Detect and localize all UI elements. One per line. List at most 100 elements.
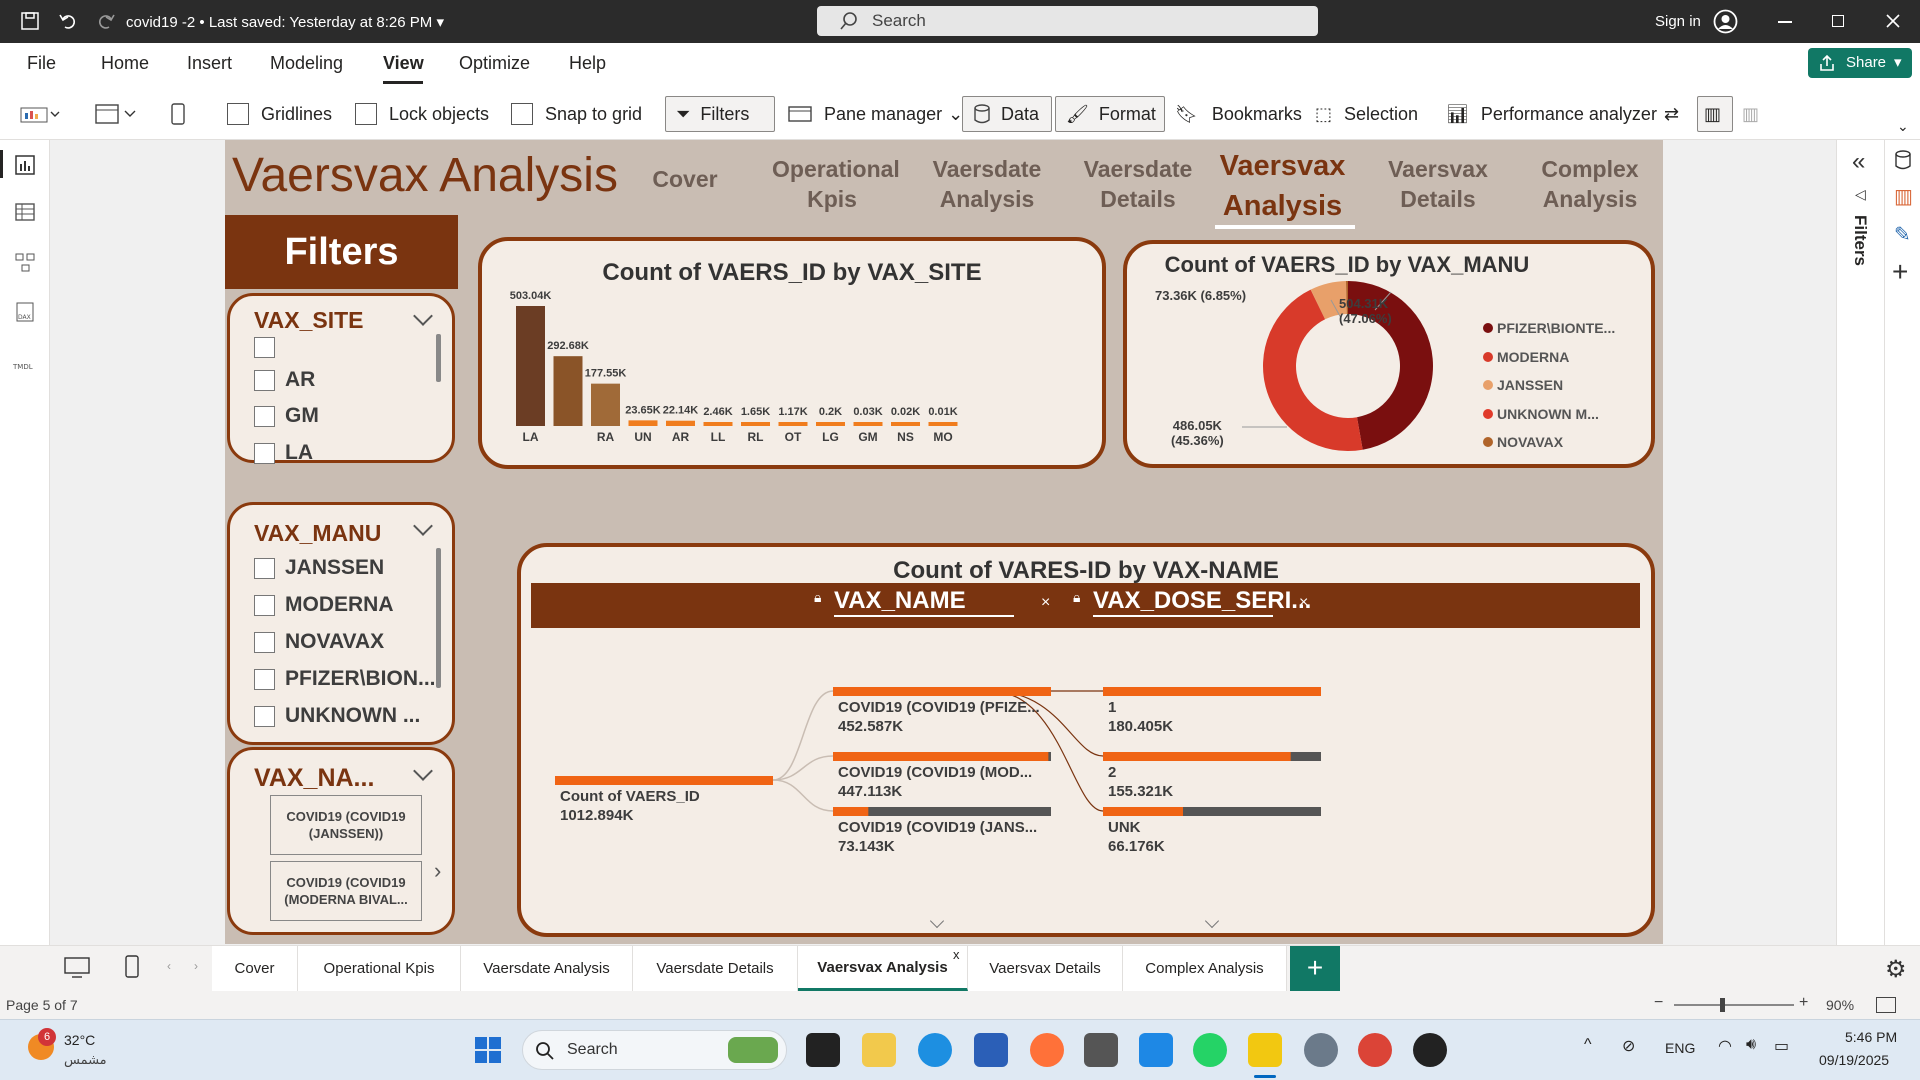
visual-pane-button[interactable]: ▥ [1697,96,1733,132]
nav-vaersvax-details[interactable]: Vaersvax Details [1373,154,1503,214]
tree-node-label[interactable]: COVID19 (COVID19 (JANS... [838,819,1037,836]
gridlines-toggle[interactable]: Gridlines [227,96,332,132]
lock-objects-toggle[interactable]: Lock objects [355,96,489,132]
task-view-icon[interactable] [806,1033,840,1067]
weather-temp[interactable]: 32°C [64,1032,95,1048]
bookmarks-button[interactable]: 🔖︎ Bookmarks [1175,96,1302,132]
legend-item[interactable]: MODERNA [1483,343,1615,372]
taskbar-search[interactable]: Search [522,1030,787,1070]
menu-optimize[interactable]: Optimize [459,53,530,74]
tree-node-label[interactable]: UNK [1108,819,1141,836]
edge-browser-icon[interactable] [918,1033,952,1067]
menu-view[interactable]: View [383,53,424,74]
tree-bar-fill[interactable] [1103,807,1184,816]
tree-bar-fill[interactable] [555,776,773,785]
wifi-icon[interactable]: ◠ [1718,1036,1732,1056]
tree-bar-fill[interactable] [1103,752,1291,761]
fit-to-page-icon[interactable] [1876,997,1896,1013]
sync-slicers-button[interactable]: ⇄ [1664,96,1679,132]
camera-icon[interactable] [1084,1033,1118,1067]
page-view-dropdown[interactable] [95,96,139,132]
tree-node-label[interactable]: Count of VAERS_ID [560,788,700,805]
chatgpt-icon[interactable] [1413,1033,1447,1067]
mobile-layout-icon[interactable] [124,954,140,980]
bar-mark[interactable] [778,422,808,426]
tab-complex-analysis[interactable]: Complex Analysis [1123,946,1287,991]
windows-start-icon[interactable] [474,1036,502,1064]
tab-vaersdate-analysis[interactable]: Vaersdate Analysis [461,946,633,991]
clock-time[interactable]: 5:46 PM [1845,1029,1897,1045]
slicer-item[interactable]: AR [254,368,315,392]
nav-vaersvax-analysis[interactable]: Vaersvax Analysis [1210,146,1355,226]
slicer-item[interactable] [254,337,285,358]
nav-operational-kpis[interactable]: Operational Kpis [772,154,900,214]
slicer-tile[interactable]: COVID19 (COVID19 (JANSSEN)) [270,795,422,855]
filters-pane-label[interactable]: Filters [1850,215,1870,266]
signin-link[interactable]: Sign in [1655,13,1701,30]
bar-mark[interactable] [703,422,733,426]
nav-cover[interactable]: Cover [635,164,735,194]
slicer-tile[interactable]: COVID19 (COVID19 (MODERNA BIVAL... [270,861,422,921]
whatsapp-icon[interactable] [1193,1033,1227,1067]
tab-vaersvax-analysis[interactable]: Vaersvax Analysis [798,946,968,991]
bar-mark[interactable] [516,306,545,426]
dax-query-icon[interactable]: DAX [14,301,36,323]
selection-button[interactable]: ⬚ Selection [1315,96,1418,132]
slicer-item[interactable]: GM [254,404,319,428]
legend-item[interactable]: UNKNOWN M... [1483,400,1615,429]
tab-operational-kpis[interactable]: Operational Kpis [298,946,461,991]
close-tab-icon[interactable]: x [953,947,960,962]
vscode-icon[interactable] [1139,1033,1173,1067]
tab-cover[interactable]: Cover [212,946,298,991]
firefox-icon[interactable] [1030,1033,1064,1067]
battery-icon[interactable]: ▭ [1774,1036,1789,1056]
snap-to-grid-toggle[interactable]: Snap to grid [511,96,642,132]
slicer-item[interactable]: JANSSEN [254,556,384,580]
nav-vaersdate-details[interactable]: Vaersdate Details [1073,154,1203,214]
collapse-filters-icon[interactable]: « [1852,148,1865,176]
file-title[interactable]: covid19 -2 • Last saved: Yesterday at 8:… [126,13,444,31]
theme-dropdown[interactable] [20,96,60,132]
file-explorer-icon[interactable] [862,1033,896,1067]
tab-vaersvax-details[interactable]: Vaersvax Details [968,946,1123,991]
legend-item[interactable]: NOVAVAX [1483,428,1615,457]
close-icon[interactable] [1886,14,1900,28]
bar-mark[interactable] [816,422,845,426]
pane-manager-button[interactable]: Pane manager ⌄ [788,96,963,132]
scroll-left-icon[interactable]: ‹ [167,959,171,973]
tree-bar-fill[interactable] [833,752,1049,761]
data-pane-icon[interactable] [1892,148,1914,172]
add-page-button[interactable]: + [1290,946,1340,991]
legend-item[interactable]: JANSSEN [1483,371,1615,400]
format-pane-button[interactable]: 🖌 Format [1055,96,1165,132]
menu-home[interactable]: Home [101,53,149,74]
bar-mark[interactable] [928,422,958,426]
legend-item[interactable]: PFIZER\BIONTE... [1483,314,1615,343]
minimize-icon[interactable] [1778,21,1792,23]
chevron-down-icon[interactable] [413,306,433,326]
desktop-layout-icon[interactable] [64,956,90,980]
mobile-layout-button[interactable] [170,96,186,132]
scrollbar[interactable] [436,334,441,382]
search-input[interactable]: Search [817,6,1318,36]
scroll-right-icon[interactable]: › [194,959,198,973]
undo-icon[interactable] [58,11,78,31]
nav-vaersdate-analysis[interactable]: Vaersdate Analysis [922,154,1052,214]
tmdl-view-icon[interactable]: TMDL [12,351,38,373]
zoom-in-icon[interactable]: + [1799,994,1808,1012]
slicer-item[interactable]: UNKNOWN ... [254,704,420,728]
slicer-item[interactable]: MODERNA [254,593,394,617]
slicer-item[interactable]: NOVAVAX [254,630,384,654]
report-view-icon[interactable] [14,154,36,176]
tree-node-label[interactable]: COVID19 (COVID19 (MOD... [838,764,1032,781]
filters-pane-button[interactable]: ⏷ Filters [665,96,775,132]
chevron-right-icon[interactable]: › [434,858,441,884]
menu-insert[interactable]: Insert [187,53,232,74]
data-pane-button[interactable]: Data [962,96,1052,132]
tree-node-label[interactable]: 1 [1108,699,1116,716]
bar-mark[interactable] [853,422,883,426]
bar-mark[interactable] [591,383,620,426]
bar-mark[interactable] [553,356,583,426]
clock-date[interactable]: 09/19/2025 [1819,1052,1889,1068]
settings-gear-icon[interactable]: ⚙ [1885,955,1907,984]
